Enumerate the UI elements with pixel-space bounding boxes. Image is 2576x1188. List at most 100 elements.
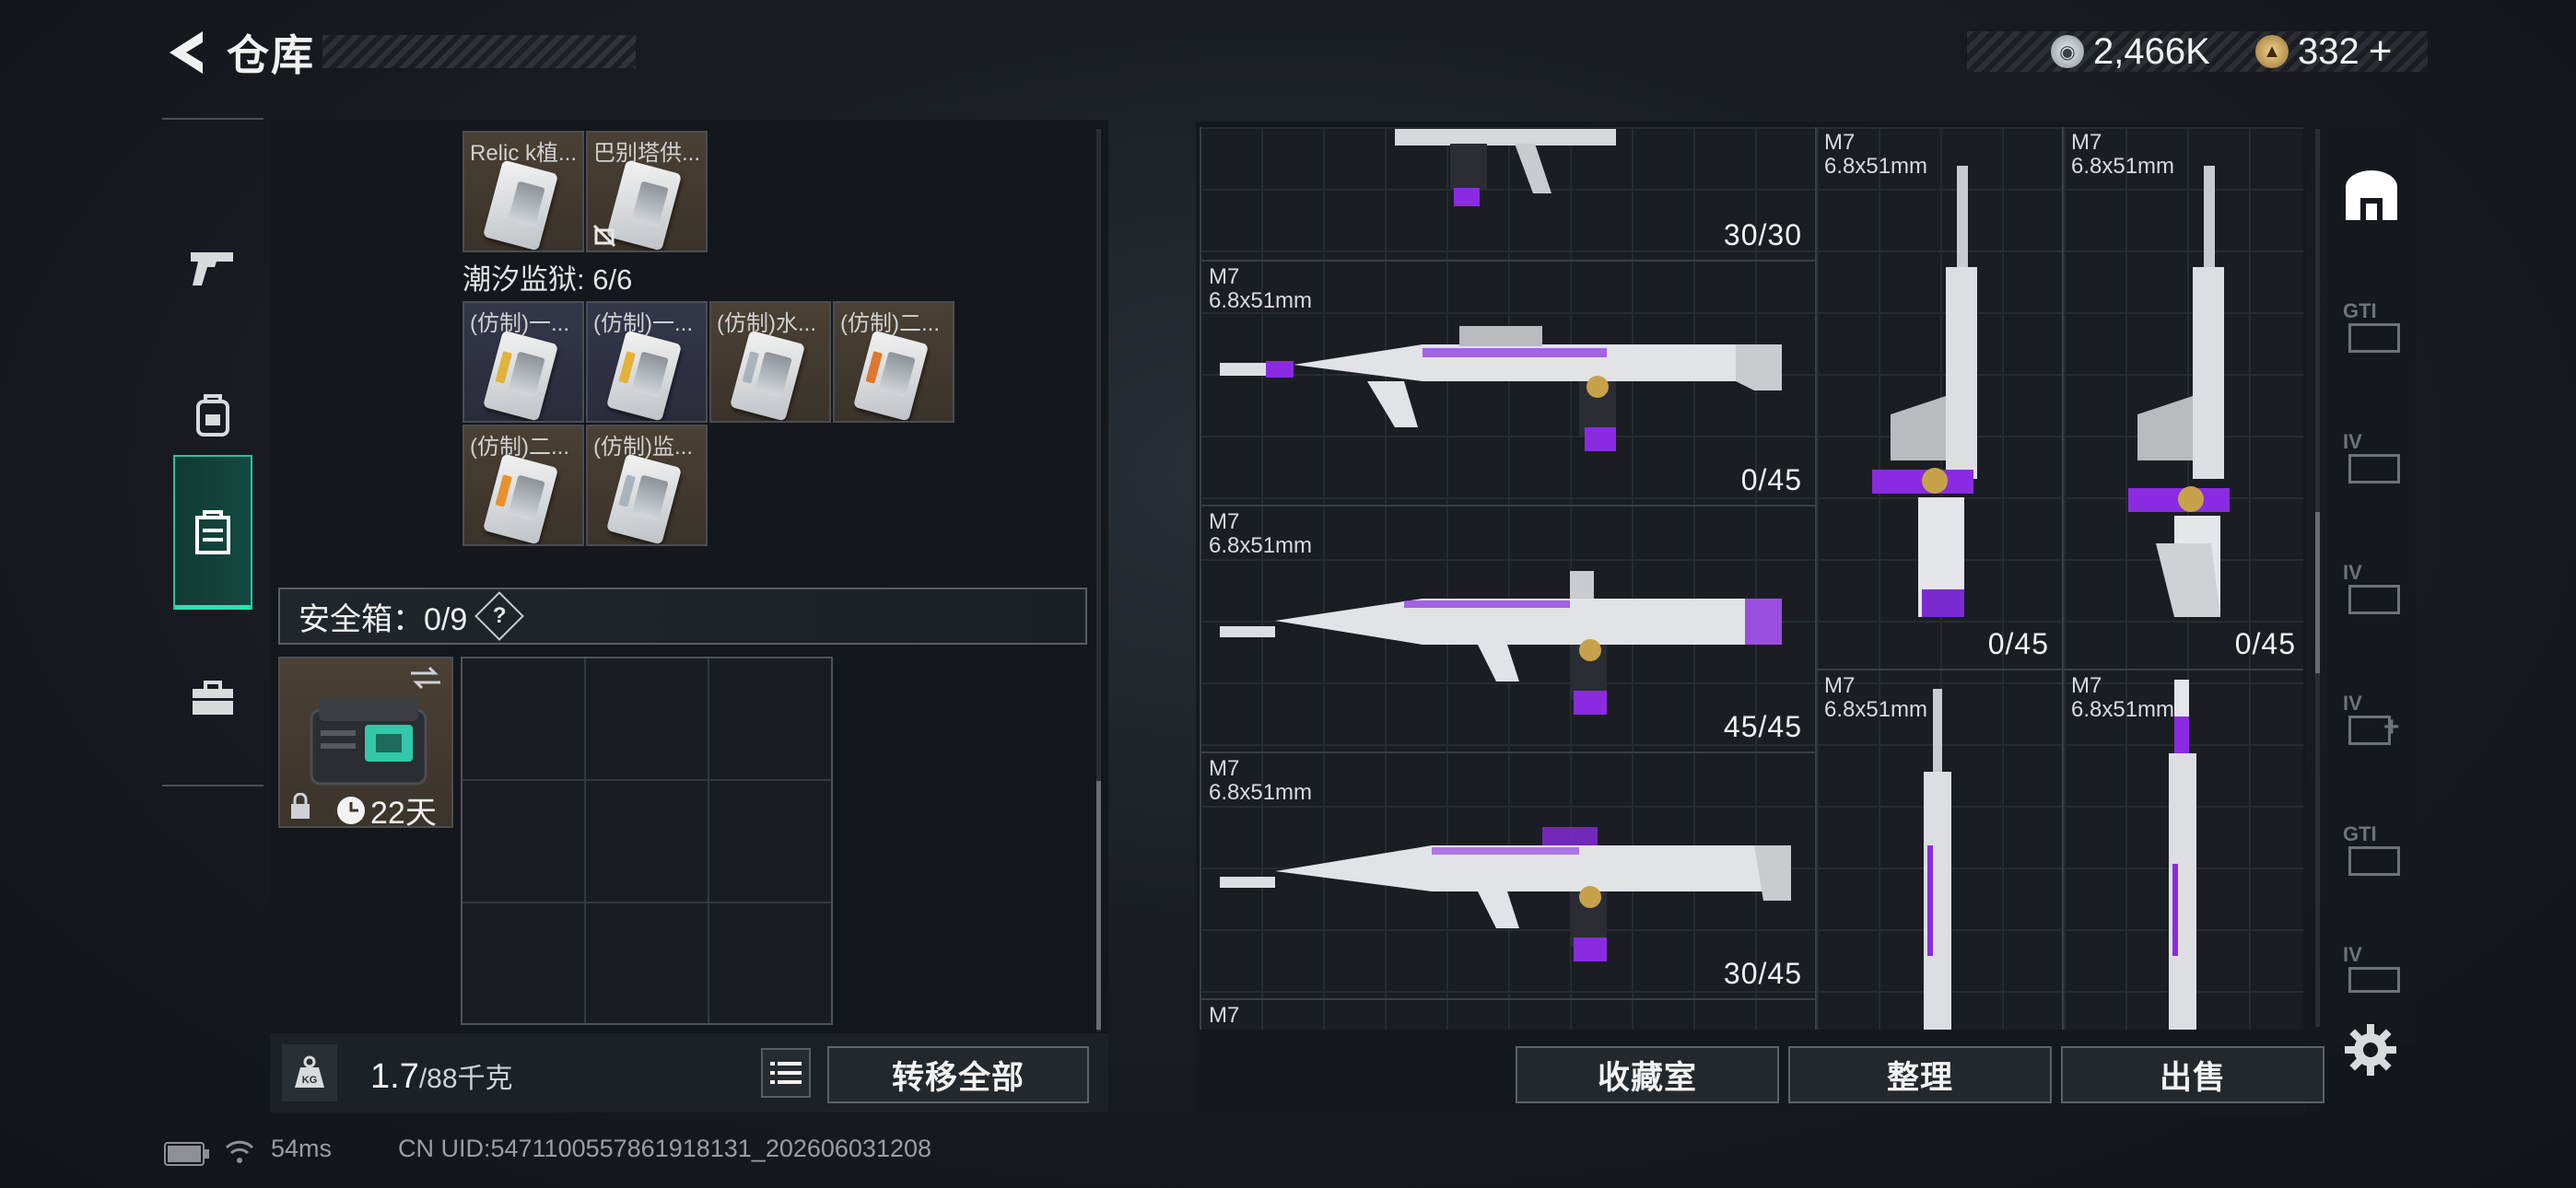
weight-readout: 1.7/88千克 — [370, 1055, 513, 1097]
nav-toolbox[interactable] — [162, 624, 263, 772]
safe-box-header: 安全箱：0/9 ? — [278, 588, 1087, 645]
swap-icon[interactable] — [407, 664, 444, 692]
stash-item[interactable]: 巴别塔供... — [586, 131, 708, 252]
weapon-cell[interactable]: M7 6.8x51mm 0/45 — [2062, 127, 2303, 670]
weapon-grid: 30/30 M76.8x51mm 0/45 M76.8x51mm 0/45 — [1200, 127, 2303, 1030]
weapon-cell[interactable]: M7 6.8x51mm — [1815, 669, 2064, 1030]
keycard-icon — [729, 330, 806, 421]
stash-scroll-thumb[interactable] — [1096, 781, 1101, 1030]
add-gold-button[interactable]: + — [2369, 29, 2393, 75]
weapon-cell[interactable]: M7 6.8x51mm 0/45 — [1200, 260, 1817, 507]
transfer-all-button[interactable]: 转移全部 — [827, 1046, 1089, 1103]
tab-gti-2[interactable]: GTI — [2327, 785, 2416, 915]
weapon-cell[interactable]: M7 — [1200, 998, 1817, 1030]
item-label: Relic k植... — [470, 141, 578, 166]
weapon-cell[interactable]: M7 6.8x51mm 30/45 — [1200, 751, 1817, 1000]
weapon-cell[interactable]: M7 6.8x51mm 45/45 — [1200, 505, 1817, 753]
weight-current: 1.7 — [370, 1057, 419, 1096]
safe-box-grid[interactable] — [461, 657, 833, 1025]
gti-tag-icon: GTI — [2339, 822, 2404, 878]
weapon-cell[interactable]: M7 6.8x51mm 0/45 — [1815, 127, 2064, 670]
weapon-name: M7 — [2071, 130, 2102, 155]
uid-readout: CN UID:5471100557861918131_202606031208 — [398, 1135, 932, 1162]
battery-icon — [164, 1142, 209, 1166]
weight-icon: KG — [282, 1044, 337, 1101]
silver-currency[interactable]: ◉ 2,466K — [2051, 28, 2210, 76]
item-label: (仿制)监... — [593, 435, 693, 460]
stash-item[interactable]: (仿制)水... — [709, 301, 831, 423]
storage-icon — [195, 510, 230, 554]
tab-label: GTI — [2343, 299, 2377, 322]
keycard-icon — [852, 330, 930, 421]
stash-item[interactable]: (仿制)二... — [463, 425, 584, 546]
category-name: 潮汐监狱 — [463, 263, 577, 296]
weapon-cell[interactable]: 30/30 — [1200, 127, 1817, 262]
ammo-count: 30/30 — [1723, 218, 1802, 251]
storage-tab-icon — [2346, 170, 2397, 220]
list-view-button[interactable] — [761, 1048, 811, 1098]
sell-button[interactable]: 出售 — [2061, 1046, 2324, 1103]
back-arrow-icon[interactable] — [166, 29, 206, 76]
category-count: 6/6 — [592, 263, 633, 296]
header: 仓库 — [166, 20, 315, 85]
iv-tag-icon: IV — [2339, 943, 2404, 998]
tab-iv-1[interactable]: IV — [2327, 392, 2416, 523]
iv-tag-icon: IV — [2339, 430, 2404, 485]
weapon-cell[interactable]: M7 6.8x51mm — [2062, 669, 2303, 1030]
stash-item[interactable]: (仿制)二... — [833, 301, 954, 423]
category-label: 潮汐监狱: 6/6 — [463, 263, 633, 296]
weapon-name: M7 — [1209, 264, 1240, 289]
sort-button[interactable]: 整理 — [1788, 1046, 2052, 1103]
tab-label: IV — [2343, 561, 2362, 584]
tab-label: GTI — [2343, 822, 2377, 845]
gold-currency[interactable]: ▲ 332 + — [2255, 28, 2392, 76]
rifle-vertical-icon — [1872, 166, 1977, 617]
stash-item[interactable]: (仿制)监... — [586, 425, 708, 546]
item-label: (仿制)水... — [717, 311, 816, 336]
clock-icon — [337, 796, 365, 824]
backpack-icon — [196, 394, 229, 437]
safe-box-item[interactable]: 22天 — [278, 657, 453, 831]
stash-item[interactable]: Relic k植... — [463, 131, 584, 252]
tab-all-storage[interactable] — [2327, 131, 2416, 262]
lock-icon — [291, 793, 310, 819]
gold-amount: 332 — [2298, 30, 2359, 72]
keycard-icon — [482, 453, 559, 544]
tab-iv-2[interactable]: IV — [2327, 523, 2416, 654]
weapon-label: M7 6.8x51mm — [1209, 265, 1312, 313]
rifle-vertical-icon — [1924, 689, 1951, 1030]
stash-item[interactable]: (仿制)一... — [586, 301, 708, 423]
iv-plus-icon: IV + — [2339, 692, 2404, 747]
item-label: (仿制)一... — [593, 311, 693, 336]
nav-weapons[interactable] — [162, 193, 263, 341]
rifle-icon — [1395, 129, 1616, 206]
weapon-name: M7 — [1824, 130, 1856, 155]
weapon-name: M7 — [1824, 673, 1856, 698]
help-icon[interactable]: ? — [474, 591, 525, 641]
collection-room-button[interactable]: 收藏室 — [1516, 1046, 1779, 1103]
iv-tag-icon: IV — [2339, 561, 2404, 616]
rifle-vertical-icon — [2128, 166, 2230, 617]
tab-iv-4[interactable]: IV — [2327, 915, 2416, 1026]
weight-max: /88千克 — [418, 1064, 513, 1094]
weapon-scroll-thumb[interactable] — [2315, 512, 2320, 673]
gold-coin-icon: ▲ — [2255, 35, 2289, 68]
timer-text: 22天 — [370, 796, 437, 831]
item-label: (仿制)二... — [470, 435, 569, 460]
tab-iv-3[interactable]: IV + — [2327, 654, 2416, 785]
weapon-name: M7 — [1209, 756, 1240, 781]
rifle-icon — [1220, 571, 1782, 715]
tab-label: IV — [2343, 430, 2362, 453]
item-label: 巴别塔供... — [593, 141, 701, 166]
tab-gti-1[interactable]: GTI — [2327, 262, 2416, 392]
keycard-icon — [482, 159, 559, 250]
tab-label: IV — [2343, 943, 2362, 966]
settings-gear-icon[interactable] — [2343, 1022, 2398, 1077]
keycard-icon — [605, 453, 683, 544]
stash-item[interactable]: (仿制)一... — [463, 301, 584, 423]
item-label: (仿制)一... — [470, 311, 569, 336]
rifle-icon — [1220, 326, 1782, 451]
weapon-name: M7 — [2071, 673, 2102, 698]
silver-coin-icon: ◉ — [2051, 35, 2084, 68]
nav-inventory[interactable] — [173, 455, 252, 610]
